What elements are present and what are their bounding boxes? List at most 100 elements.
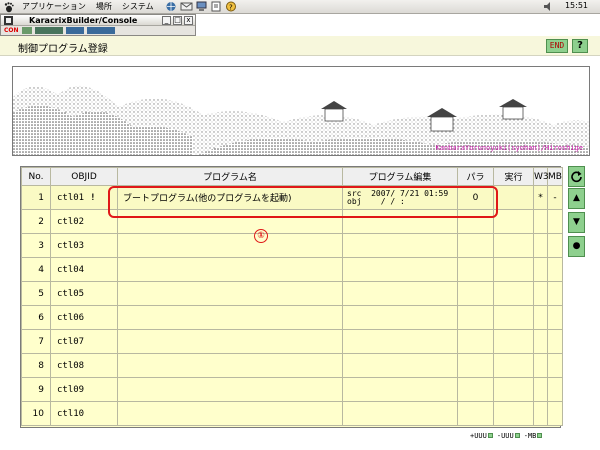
console-toolbar-icon[interactable] (86, 27, 115, 34)
row-program-edit[interactable] (342, 305, 458, 330)
console-titlebar[interactable]: KaracrixBuilder/Console _ □ x (1, 15, 195, 26)
row-w3 (533, 257, 548, 282)
row-exec[interactable] (493, 281, 534, 306)
row-program-edit[interactable] (342, 281, 458, 306)
row-exec[interactable] (493, 257, 534, 282)
row-param[interactable] (457, 377, 494, 402)
mail-icon[interactable] (180, 1, 193, 12)
row-exec[interactable] (493, 305, 534, 330)
row-param[interactable]: 0 (457, 185, 494, 210)
row-mb (547, 257, 563, 282)
browser-icon[interactable] (165, 1, 178, 12)
row-program-name[interactable] (117, 353, 343, 378)
row-program-edit[interactable]: src 2007/ 7/21 01:59 obj / / : (342, 185, 458, 210)
edit-icon[interactable] (210, 1, 223, 12)
row-program-name[interactable] (117, 281, 343, 306)
row-param[interactable] (457, 257, 494, 282)
row-param[interactable] (457, 209, 494, 234)
table-row[interactable]: 8 ctl08 (21, 353, 563, 378)
row-program-edit[interactable] (342, 401, 458, 426)
launcher-tray: ? (165, 1, 240, 12)
network-icon[interactable] (195, 1, 208, 12)
scroll-position-button[interactable]: ● (568, 236, 585, 257)
row-program-name[interactable] (117, 233, 343, 258)
table-row[interactable]: 9 ctl09 (21, 377, 563, 402)
table-row[interactable]: 5 ctl05 (21, 281, 563, 306)
row-mb (547, 377, 563, 402)
row-exec[interactable] (493, 329, 534, 354)
scroll-down-button[interactable]: ▼ (568, 212, 585, 233)
speaker-icon[interactable] (543, 1, 554, 12)
objid-text: ctl01 (57, 192, 85, 203)
row-objid[interactable]: ctl05 (50, 281, 118, 306)
footer-mb-box[interactable] (537, 433, 543, 438)
row-objid[interactable]: ctl10 (50, 401, 118, 426)
table-row[interactable]: 7 ctl07 (21, 329, 563, 354)
menu-system[interactable]: システム (117, 1, 159, 12)
row-program-edit[interactable] (342, 209, 458, 234)
row-no: 8 (21, 353, 51, 378)
row-objid[interactable]: ctl06 (50, 305, 118, 330)
help-button[interactable]: ? (572, 39, 588, 53)
row-program-name[interactable] (117, 401, 343, 426)
table-row[interactable]: 2 ctl02 (21, 209, 563, 234)
row-exec[interactable] (493, 377, 534, 402)
row-param[interactable] (457, 305, 494, 330)
row-objid[interactable]: ctl04 (50, 257, 118, 282)
end-button[interactable]: END (546, 39, 568, 53)
scroll-up-button[interactable]: ▲ (568, 188, 585, 209)
row-program-name[interactable] (117, 329, 343, 354)
footer-remove-item[interactable]: -UUU (497, 432, 520, 440)
row-program-name[interactable] (117, 305, 343, 330)
row-program-name[interactable] (117, 377, 343, 402)
console-toolbar-icon[interactable] (65, 27, 84, 34)
row-param[interactable] (457, 353, 494, 378)
clock[interactable]: 15:51 (565, 1, 588, 10)
console-window-icon (4, 16, 13, 25)
row-program-name[interactable]: ブートプログラム(他のプログラムを起動) (117, 185, 343, 210)
console-toolbar-icon[interactable] (34, 27, 63, 34)
row-program-name[interactable] (117, 209, 343, 234)
row-exec[interactable] (493, 401, 534, 426)
table-row[interactable]: 3 ctl03 (21, 233, 563, 258)
row-objid[interactable]: ctl01! (50, 185, 118, 210)
row-objid[interactable]: ctl03 (50, 233, 118, 258)
maximize-button[interactable]: □ (173, 15, 182, 25)
row-program-edit[interactable] (342, 329, 458, 354)
table-row[interactable]: 4 ctl04 (21, 257, 563, 282)
close-button[interactable]: x (184, 15, 193, 25)
row-program-name[interactable] (117, 257, 343, 282)
footer-remove-box[interactable] (514, 433, 520, 438)
menu-applications[interactable]: アプリケーション (17, 1, 91, 12)
row-param[interactable] (457, 401, 494, 426)
row-objid[interactable]: ctl08 (50, 353, 118, 378)
help-icon[interactable]: ? (225, 1, 238, 12)
table-row[interactable]: 6 ctl06 (21, 305, 563, 330)
row-objid[interactable]: ctl02 (50, 209, 118, 234)
table-row[interactable]: 10 ctl10 (21, 401, 563, 426)
row-exec[interactable] (493, 209, 534, 234)
row-program-edit[interactable] (342, 353, 458, 378)
console-con-label[interactable]: CON (4, 27, 19, 34)
footer-add-box[interactable] (487, 433, 493, 438)
console-toolbar-icon[interactable] (21, 27, 32, 34)
refresh-button[interactable] (568, 166, 585, 187)
row-param[interactable] (457, 281, 494, 306)
minimize-button[interactable]: _ (162, 15, 171, 25)
row-exec[interactable] (493, 185, 534, 210)
row-program-edit[interactable] (342, 233, 458, 258)
footer-mb-item[interactable]: -MB (524, 432, 543, 440)
table-row[interactable]: 1 ctl01! ブートプログラム(他のプログラムを起動) src 2007/ … (21, 185, 563, 210)
row-objid[interactable]: ctl09 (50, 377, 118, 402)
row-exec[interactable] (493, 233, 534, 258)
row-exec[interactable] (493, 353, 534, 378)
row-param[interactable] (457, 329, 494, 354)
row-program-edit[interactable] (342, 257, 458, 282)
footer-add-item[interactable]: +UUU (470, 432, 493, 440)
menu-places[interactable]: 場所 (91, 1, 117, 12)
row-param[interactable] (457, 233, 494, 258)
row-program-edit[interactable] (342, 377, 458, 402)
row-objid[interactable]: ctl07 (50, 329, 118, 354)
gnome-foot-icon[interactable] (3, 1, 15, 13)
edit-obj-link[interactable]: obj (347, 197, 361, 206)
